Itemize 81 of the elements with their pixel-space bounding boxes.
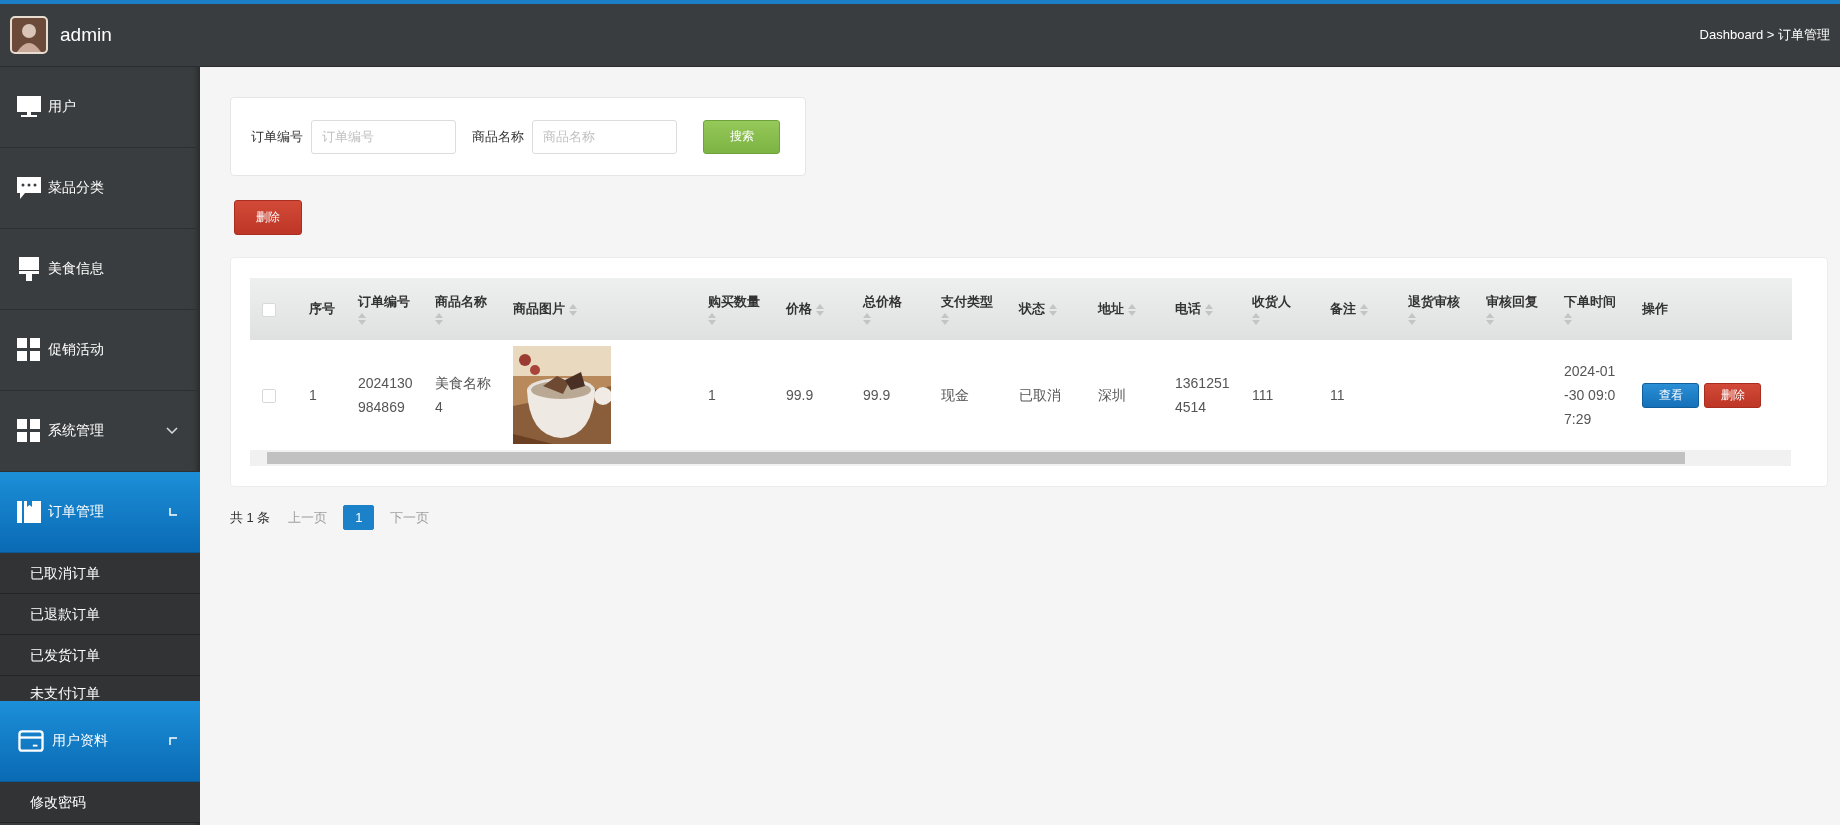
column-header[interactable]: 地址 <box>1086 278 1163 340</box>
table-cell-text: 1 <box>708 386 717 405</box>
search-field[interactable]: 订单编号 <box>311 119 456 154</box>
table-cell-text: 11 <box>1330 386 1346 405</box>
column-header[interactable]: 价格 <box>774 278 851 340</box>
corner-icon <box>169 737 178 745</box>
column-header[interactable]: 电话 <box>1163 278 1240 340</box>
submenu-item[interactable]: 修改密码 <box>0 782 200 823</box>
total-count: 共 1 条 <box>230 508 271 527</box>
corner-icon <box>169 508 178 516</box>
page-button[interactable]: 1 <box>343 505 375 530</box>
table-cell-text: 现金 <box>941 386 970 405</box>
sort-icon[interactable] <box>1128 303 1136 316</box>
table-cell-text: 111 <box>1252 386 1275 405</box>
sidebar-item[interactable]: 美食信息 <box>0 229 200 310</box>
table-cell-text: 已取消 <box>1019 386 1062 405</box>
table-cell-text: 99.9 <box>786 386 815 405</box>
column-header[interactable]: 退货审核 <box>1396 278 1474 340</box>
submenu-item[interactable]: 已发货订单 <box>0 635 200 676</box>
column-header[interactable]: 收货人 <box>1240 278 1318 340</box>
sort-icon[interactable] <box>1408 313 1416 326</box>
book-icon <box>17 500 41 524</box>
sidebar-item[interactable]: 用户 <box>0 67 200 148</box>
column-header[interactable]: 总价格 <box>851 278 929 340</box>
submenu-item[interactable]: 已取消订单 <box>0 553 200 594</box>
field-label: 订单编号 <box>251 127 303 146</box>
sidebar-item[interactable]: 菜品分类 <box>0 148 200 229</box>
column-header[interactable]: 商品名称 <box>423 278 501 340</box>
submenu-item[interactable]: 未支付订单 <box>0 676 200 701</box>
column-header[interactable]: 审核回复 <box>1474 278 1552 340</box>
sort-icon[interactable] <box>816 303 824 316</box>
delete-button[interactable]: 删除 <box>234 200 302 235</box>
column-header[interactable]: 支付类型 <box>929 278 1007 340</box>
sidebar-item[interactable]: 促销活动 <box>0 310 200 391</box>
sort-icon[interactable] <box>1564 313 1572 326</box>
monitor-icon <box>17 95 41 119</box>
sort-icon[interactable] <box>1205 303 1213 316</box>
view-button[interactable]: 查看 <box>1642 382 1699 408</box>
table-cell-text: 美食名称4 <box>435 374 491 417</box>
card-icon <box>17 729 45 753</box>
table-cell-text: 1 <box>309 386 318 405</box>
column-header[interactable]: 状态 <box>1007 278 1086 340</box>
row-checkbox[interactable] <box>262 389 276 404</box>
column-header[interactable]: 订单编号 <box>346 278 423 340</box>
sort-icon[interactable] <box>435 313 443 326</box>
search-field[interactable]: 商品名称 <box>532 119 677 154</box>
username: admin <box>60 24 112 46</box>
sort-icon[interactable] <box>863 313 871 326</box>
table-cell-text: 深圳 <box>1098 386 1127 405</box>
sort-icon[interactable] <box>358 313 366 326</box>
sort-icon[interactable] <box>1360 303 1368 316</box>
column-header[interactable]: 序号 <box>297 278 346 340</box>
column-header[interactable]: 购买数量 <box>696 278 774 340</box>
submenu-item[interactable]: 已退款订单 <box>0 594 200 635</box>
sidebar-item[interactable]: 订单管理 <box>0 472 200 553</box>
sort-icon[interactable] <box>1252 313 1260 326</box>
horizontal-scrollbar[interactable] <box>250 450 1791 466</box>
grid-icon <box>17 419 41 443</box>
chevron-down-icon <box>166 427 178 435</box>
column-header[interactable]: 备注 <box>1318 278 1396 340</box>
table-cell-text: 13612514514 <box>1175 374 1231 417</box>
chat-icon <box>17 176 41 200</box>
sort-icon[interactable] <box>941 313 949 326</box>
sort-icon[interactable] <box>1486 313 1494 326</box>
field-label: 商品名称 <box>472 127 524 146</box>
delete-button[interactable]: 删除 <box>1704 382 1761 408</box>
sort-icon[interactable] <box>708 313 716 326</box>
column-header[interactable]: 操作 <box>1630 278 1792 340</box>
breadcrumb: Dashboard > 订单管理 <box>1699 26 1830 44</box>
sort-icon[interactable] <box>569 303 577 316</box>
select-all-checkbox[interactable] <box>262 302 276 317</box>
column-header[interactable]: 商品图片 <box>501 278 696 340</box>
table-cell-text: 2024-01-30 09:07:29 <box>1564 362 1617 429</box>
grid-icon <box>17 338 41 362</box>
brush-icon <box>17 257 41 281</box>
sort-icon[interactable] <box>1049 303 1057 316</box>
avatar[interactable] <box>10 16 48 54</box>
table-cell-text: 2024130984869 <box>358 374 414 417</box>
sidebar-item[interactable]: 用户资料 <box>0 701 200 782</box>
column-header[interactable]: 下单时间 <box>1552 278 1630 340</box>
table-cell-text: 99.9 <box>863 386 892 405</box>
